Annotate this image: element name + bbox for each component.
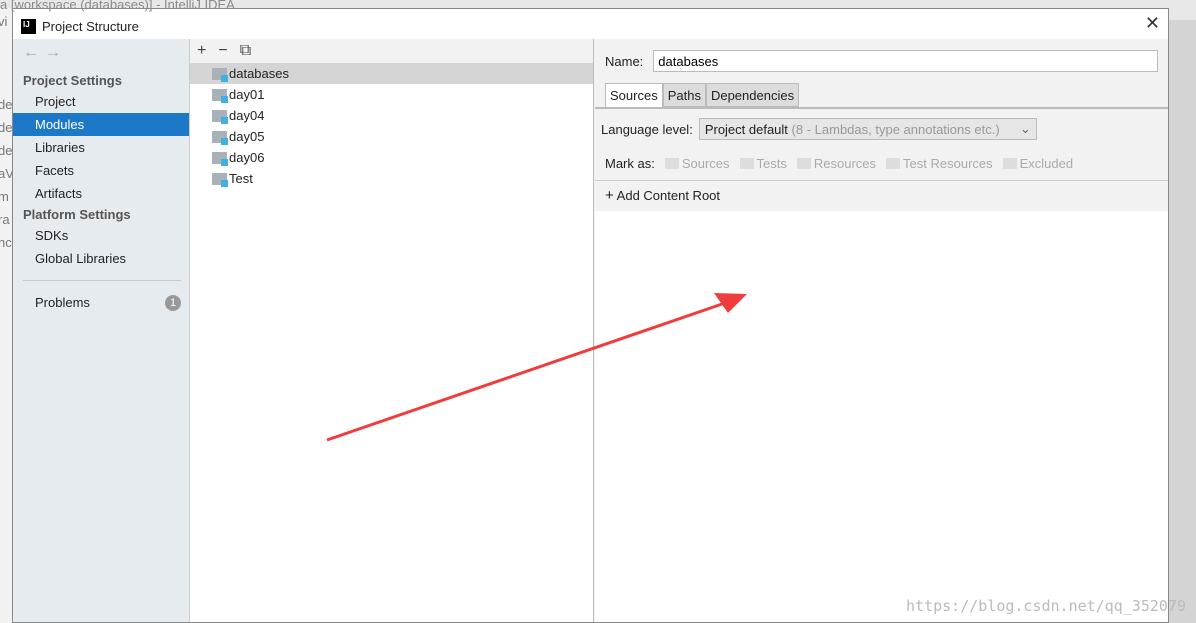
sidebar-item-global-libraries[interactable]: Global Libraries — [13, 247, 189, 270]
plus-icon: + — [605, 187, 614, 204]
language-level-select[interactable]: Project default (8 - Lambdas, type annot… — [698, 118, 1037, 140]
node-label: day04 — [229, 108, 265, 123]
mark-tests-button[interactable]: Tests — [739, 156, 787, 171]
language-level-label: Language level: — [601, 121, 693, 137]
module-folder-icon — [212, 130, 228, 145]
close-icon[interactable]: ✕ — [1145, 13, 1160, 34]
name-label: Name: — [605, 53, 644, 69]
tree-node-day04[interactable]: day04 — [190, 105, 593, 126]
background-right-strip — [1169, 20, 1196, 623]
folder-icon — [664, 158, 679, 169]
intellij-logo-icon: IJ — [21, 18, 36, 34]
problems-label: Problems — [35, 295, 90, 310]
node-label: day06 — [229, 150, 265, 165]
folder-icon — [796, 158, 811, 169]
add-content-root-button[interactable]: + Add Content Root — [595, 180, 1168, 210]
platform-settings-heading: Platform Settings — [23, 207, 131, 222]
mark-resources-button[interactable]: Resources — [796, 156, 876, 171]
tree-node-test[interactable]: Test — [190, 168, 593, 189]
node-label: day05 — [229, 129, 265, 144]
background-editor-strip: vi de de de aV m ra nc — [0, 8, 12, 623]
module-folder-icon — [212, 67, 228, 82]
background-window-title: a [workspace (databases)] - IntelliJ IDE… — [0, 0, 235, 12]
tab-sources[interactable]: Sources — [605, 83, 663, 107]
background-text-fragment: de — [0, 120, 12, 135]
tree-node-day06[interactable]: day06 — [190, 147, 593, 168]
module-settings-panel: Name: Sources Paths Dependencies Languag… — [595, 39, 1168, 622]
tab-dependencies[interactable]: Dependencies — [705, 83, 800, 107]
tree-node-day01[interactable]: day01 — [190, 84, 593, 105]
module-folder-icon — [212, 109, 228, 124]
module-folder-icon — [212, 151, 228, 166]
problems-count-badge: 1 — [165, 295, 181, 311]
sidebar: ←→ Project Settings Project Modules Libr… — [13, 39, 190, 622]
tree-node-day05[interactable]: day05 — [190, 126, 593, 147]
module-name-input[interactable] — [653, 50, 1159, 72]
sidebar-item-facets[interactable]: Facets — [13, 159, 189, 182]
module-folder-icon — [212, 172, 228, 187]
folder-icon — [1002, 158, 1017, 169]
tab-paths[interactable]: Paths — [662, 83, 706, 107]
background-text-fragment: m — [0, 189, 9, 204]
language-hint: (8 - Lambdas, type annotations etc.) — [791, 121, 1000, 137]
mark-sources-button[interactable]: Sources — [664, 156, 730, 171]
folder-icon — [739, 158, 754, 169]
background-text-fragment: ra — [0, 212, 10, 227]
background-text-fragment: nc — [0, 235, 12, 250]
node-label: day01 — [229, 87, 265, 102]
folder-icon — [886, 158, 901, 169]
title-bar: IJ Project Structure ✕ — [13, 9, 1168, 39]
module-folder-icon — [212, 88, 228, 103]
sidebar-item-modules[interactable]: Modules — [13, 113, 189, 136]
watermark: https://blog.csdn.net/qq_352079 — [906, 597, 1186, 615]
dialog-title: Project Structure — [42, 18, 139, 34]
divider — [23, 280, 181, 281]
module-tabs: Sources Paths Dependencies — [605, 83, 1168, 107]
sidebar-item-artifacts[interactable]: Artifacts — [13, 182, 189, 205]
sidebar-item-problems[interactable]: Problems 1 — [13, 291, 189, 314]
tree-toolbar: + − ⧉ — [190, 39, 593, 63]
background-text-fragment: aV — [0, 166, 12, 181]
back-arrow-icon[interactable]: ← — [23, 44, 45, 61]
mark-excluded-button[interactable]: Excluded — [1002, 156, 1073, 171]
mark-as-label: Mark as: — [605, 156, 655, 171]
project-settings-heading: Project Settings — [23, 73, 122, 88]
sidebar-item-sdks[interactable]: SDKs — [13, 224, 189, 247]
node-label: databases — [229, 66, 289, 81]
remove-icon[interactable]: − — [218, 42, 227, 60]
sidebar-item-project[interactable]: Project — [13, 90, 189, 113]
language-value: Project default — [704, 121, 788, 137]
add-icon[interactable]: + — [197, 42, 206, 60]
background-text-fragment: de — [0, 143, 12, 158]
mark-test-resources-button[interactable]: Test Resources — [886, 156, 993, 171]
node-label: Test — [229, 171, 253, 186]
chevron-down-icon: ⌄ — [1019, 121, 1031, 136]
forward-arrow-icon[interactable]: → — [45, 44, 67, 61]
module-tree: + − ⧉ databases day01 day04 day05 day06 … — [190, 39, 594, 622]
copy-icon[interactable]: ⧉ — [240, 42, 251, 60]
sidebar-item-libraries[interactable]: Libraries — [13, 136, 189, 159]
background-text-fragment: vi — [0, 14, 8, 29]
tree-node-databases[interactable]: databases — [190, 63, 593, 84]
background-text-fragment: de — [0, 97, 12, 112]
project-structure-dialog: IJ Project Structure ✕ ←→ Project Settin… — [12, 8, 1169, 623]
